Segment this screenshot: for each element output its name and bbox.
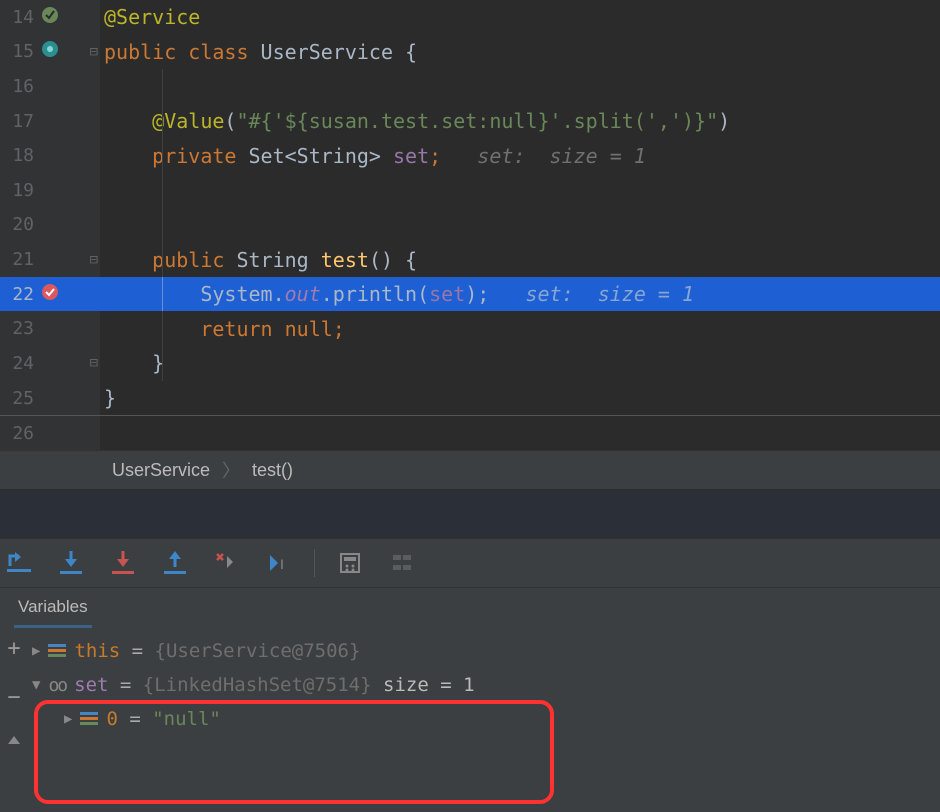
var-value: "null": [152, 708, 221, 730]
gutter-row[interactable]: 21 ⊟: [0, 242, 100, 277]
line-number: 19: [6, 180, 34, 201]
up-icon[interactable]: [6, 734, 22, 746]
code-line[interactable]: private Set<String> set; set: size = 1: [100, 138, 940, 173]
code-line[interactable]: }: [100, 381, 940, 416]
line-number: 21: [6, 249, 34, 270]
line-number: 17: [6, 111, 34, 132]
editor-pane: 14 15 ⊟ 16 17 18 19 20 21 ⊟ 22 23: [0, 0, 940, 450]
tab-row: Variables: [0, 588, 940, 628]
gutter-row[interactable]: 14: [0, 0, 100, 35]
remove-watch-icon[interactable]: −: [7, 685, 20, 710]
class-icon[interactable]: [40, 39, 60, 64]
indent-guide: [162, 69, 163, 104]
line-number: 23: [6, 318, 34, 339]
line-number: 22: [6, 284, 34, 305]
inline-hint: set: size = 1: [489, 282, 694, 306]
gutter-row[interactable]: 19: [0, 173, 100, 208]
trace-icon[interactable]: [389, 550, 415, 576]
gutter-row[interactable]: 22: [0, 277, 100, 312]
evaluate-icon[interactable]: [337, 550, 363, 576]
collapse-icon[interactable]: ▼: [32, 677, 40, 693]
gutter-row[interactable]: 17: [0, 104, 100, 139]
force-step-into-icon[interactable]: [110, 550, 136, 576]
code-line[interactable]: }: [100, 346, 940, 381]
gutter-row[interactable]: 20: [0, 208, 100, 243]
step-out-icon[interactable]: [162, 550, 188, 576]
variable-row[interactable]: ▼ oo set = {LinkedHashSet@7514} size = 1: [0, 668, 940, 702]
step-into-icon[interactable]: [58, 550, 84, 576]
breadcrumb-item[interactable]: UserService: [112, 460, 210, 481]
svg-text:I: I: [280, 556, 284, 572]
variable-row[interactable]: ▶ this = {UserService@7506}: [0, 634, 940, 668]
gutter-row[interactable]: 25: [0, 381, 100, 416]
gutter-row[interactable]: 23: [0, 311, 100, 346]
spring-bean-icon[interactable]: [40, 5, 60, 30]
annotation: @Service: [104, 5, 200, 29]
breakpoint-icon[interactable]: [40, 282, 60, 307]
line-number: 25: [6, 388, 34, 409]
chevron-right-icon: 〉: [222, 457, 240, 483]
variables-panel: Variables + − ▶ this = {UserService@7506…: [0, 588, 940, 812]
gutter: 14 15 ⊟ 16 17 18 19 20 21 ⊟ 22 23: [0, 0, 100, 450]
debug-toolbar: I: [0, 538, 940, 588]
gutter-row[interactable]: 16: [0, 69, 100, 104]
breadcrumb-item[interactable]: test(): [252, 460, 293, 481]
line-number: 26: [6, 423, 34, 444]
add-watch-icon[interactable]: +: [7, 636, 20, 661]
code-line[interactable]: [100, 173, 940, 208]
inline-hint: set: size = 1: [441, 144, 646, 168]
line-number: 16: [6, 76, 34, 97]
code-line[interactable]: @Value("#{'${susan.test.set:null}'.split…: [100, 104, 940, 139]
gutter-row[interactable]: 18: [0, 138, 100, 173]
code-line[interactable]: public class UserService {: [100, 35, 940, 70]
code-line[interactable]: return null;: [100, 311, 940, 346]
object-icon: [48, 644, 66, 658]
code-line[interactable]: public String test() {: [100, 242, 940, 277]
fold-icon[interactable]: ⊟: [90, 44, 98, 60]
var-name: set: [74, 674, 108, 696]
var-size: size = 1: [372, 674, 475, 696]
expand-icon[interactable]: ▶: [32, 643, 40, 659]
code-line-current[interactable]: System.out.println(set); set: size = 1: [100, 277, 940, 312]
line-number: 18: [6, 145, 34, 166]
breadcrumb: UserService 〉 test(): [0, 450, 940, 490]
variables-tree[interactable]: ▶ this = {UserService@7506} ▼ oo set = {…: [0, 628, 940, 736]
code-line[interactable]: @Service: [100, 0, 940, 35]
var-name: this: [74, 640, 120, 662]
tab-variables[interactable]: Variables: [14, 591, 92, 628]
code-line[interactable]: [100, 69, 940, 104]
fold-close-icon[interactable]: ⊟: [90, 355, 98, 371]
panel-divider: [0, 490, 940, 538]
gutter-row[interactable]: 24 ⊟: [0, 346, 100, 381]
separator: [314, 549, 315, 577]
expand-icon[interactable]: ▶: [64, 711, 72, 727]
code-line[interactable]: [100, 415, 940, 450]
var-name: 0: [106, 708, 117, 730]
gutter-row[interactable]: 15 ⊟: [0, 35, 100, 70]
line-number: 14: [6, 7, 34, 28]
line-number: 15: [6, 41, 34, 62]
drop-frame-icon[interactable]: [214, 550, 240, 576]
step-over-icon[interactable]: [6, 550, 32, 576]
gutter-row[interactable]: 26: [0, 415, 100, 450]
object-icon: [80, 712, 98, 726]
var-value: {UserService@7506}: [155, 640, 361, 662]
code-area[interactable]: @Service public class UserService { @Val…: [100, 0, 940, 450]
line-number: 24: [6, 353, 34, 374]
var-value: {LinkedHashSet@7514}: [143, 674, 372, 696]
line-number: 20: [6, 214, 34, 235]
code-line[interactable]: [100, 208, 940, 243]
watch-icon: oo: [48, 675, 66, 696]
side-buttons: + −: [0, 628, 28, 812]
fold-icon[interactable]: ⊟: [90, 252, 98, 268]
run-to-cursor-icon[interactable]: I: [266, 550, 292, 576]
variable-row[interactable]: ▶ 0 = "null": [0, 702, 940, 736]
